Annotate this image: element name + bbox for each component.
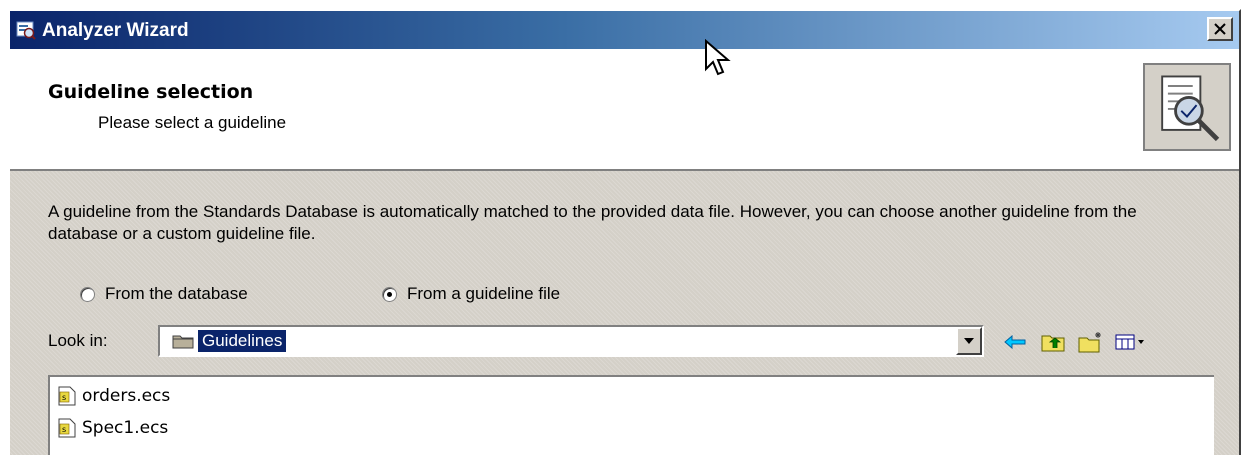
svg-text:s: s	[62, 393, 66, 402]
file-name: Spec1.ecs	[82, 418, 169, 438]
wizard-header: Guideline selection Please select a guid…	[10, 49, 1239, 171]
up-one-level-button[interactable]	[1040, 331, 1066, 353]
look-in-dropdown-button[interactable]	[956, 327, 982, 355]
wizard-app-icon	[16, 21, 36, 40]
back-button[interactable]	[1002, 331, 1028, 353]
up-folder-icon	[1041, 335, 1065, 352]
radio-from-database[interactable]: From the database	[80, 284, 248, 304]
view-menu-icon	[1115, 334, 1144, 350]
analyzer-wizard-window: Analyzer Wizard Guideline selection Plea…	[8, 9, 1241, 455]
look-in-combobox[interactable]: Guidelines	[158, 325, 984, 357]
title-bar[interactable]: Analyzer Wizard	[10, 11, 1239, 49]
ecs-file-icon: s	[58, 418, 76, 438]
ecs-file-icon: s	[58, 386, 76, 406]
radio-indicator[interactable]	[382, 286, 397, 302]
mouse-pointer-icon	[705, 39, 731, 76]
file-name: orders.ecs	[82, 386, 171, 406]
create-new-folder-button[interactable]	[1078, 331, 1104, 353]
radio-from-guideline-file[interactable]: From a guideline file	[382, 284, 560, 304]
page-title: Guideline selection	[48, 81, 254, 103]
back-icon	[1004, 335, 1026, 349]
file-item[interactable]: s orders.ecs	[58, 385, 170, 407]
window-title: Analyzer Wizard	[42, 20, 189, 41]
file-list[interactable]: s orders.ecs s Spec1.ecs	[48, 375, 1214, 455]
close-button[interactable]	[1207, 17, 1233, 41]
view-menu-button[interactable]	[1114, 331, 1148, 353]
folder-icon	[172, 335, 194, 349]
close-icon	[1214, 23, 1226, 35]
radio-label: From a guideline file	[407, 284, 561, 303]
look-in-label: Look in:	[48, 331, 108, 350]
radio-indicator[interactable]	[80, 286, 95, 302]
document-magnifier-icon	[1143, 63, 1231, 151]
page-subtitle: Please select a guideline	[98, 113, 287, 132]
svg-text:s: s	[62, 425, 66, 434]
look-in-value: Guidelines	[198, 330, 287, 352]
chevron-down-icon	[964, 338, 974, 344]
wizard-body: A guideline from the Standards Database …	[10, 171, 1239, 455]
description-text: A guideline from the Standards Database …	[48, 202, 1137, 243]
new-folder-icon	[1078, 332, 1101, 353]
file-item[interactable]: s Spec1.ecs	[58, 417, 168, 439]
radio-label: From the database	[105, 284, 248, 303]
